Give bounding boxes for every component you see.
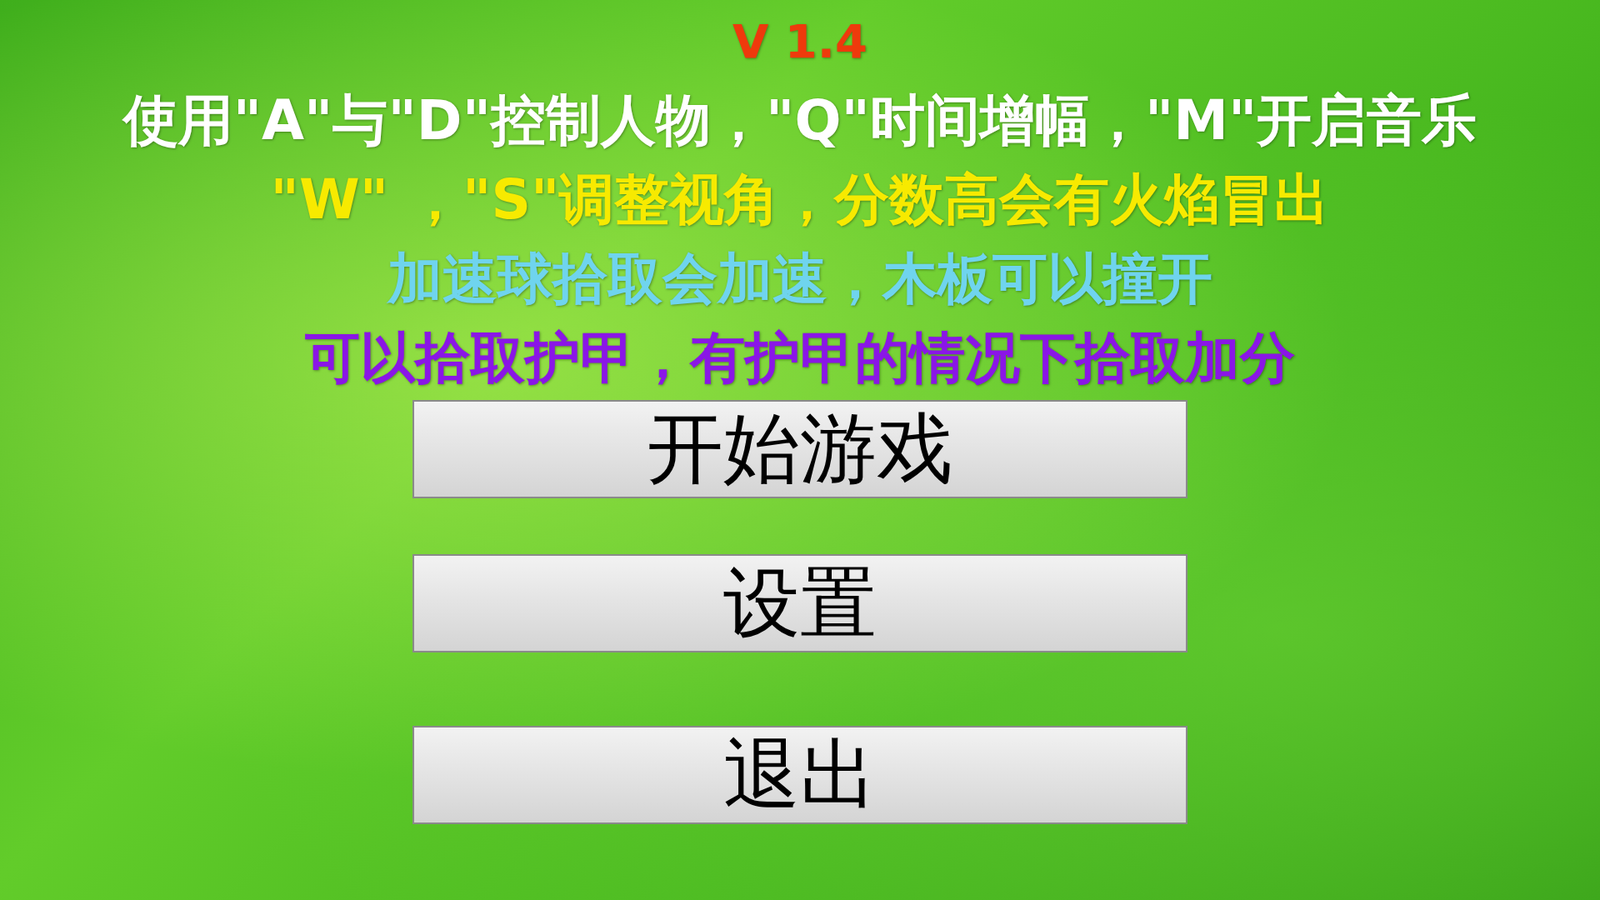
menu-buttons: 开始游戏设置退出 <box>412 400 1188 825</box>
instruction-line: 可以拾取护甲，有护甲的情况下拾取加分 <box>305 318 1295 398</box>
main-menu: V 1.4使用"A"与"D"控制人物，"Q"时间增幅，"M"开启音乐"W" ，"… <box>0 0 1600 900</box>
instruction-line: "W" ，"S"调整视角，分数高会有火焰冒出 <box>270 160 1330 240</box>
menu-button[interactable]: 退出 <box>412 725 1188 825</box>
instruction-line: 加速球拾取会加速，木板可以撞开 <box>387 239 1213 319</box>
version-label: V 1.4 <box>732 1 868 81</box>
instructions: V 1.4使用"A"与"D"控制人物，"Q"时间增幅，"M"开启音乐"W" ，"… <box>123 1 1478 398</box>
instruction-line: 使用"A"与"D"控制人物，"Q"时间增幅，"M"开启音乐 <box>123 80 1478 160</box>
menu-button[interactable]: 开始游戏 <box>412 400 1188 499</box>
menu-button[interactable]: 设置 <box>412 554 1188 653</box>
